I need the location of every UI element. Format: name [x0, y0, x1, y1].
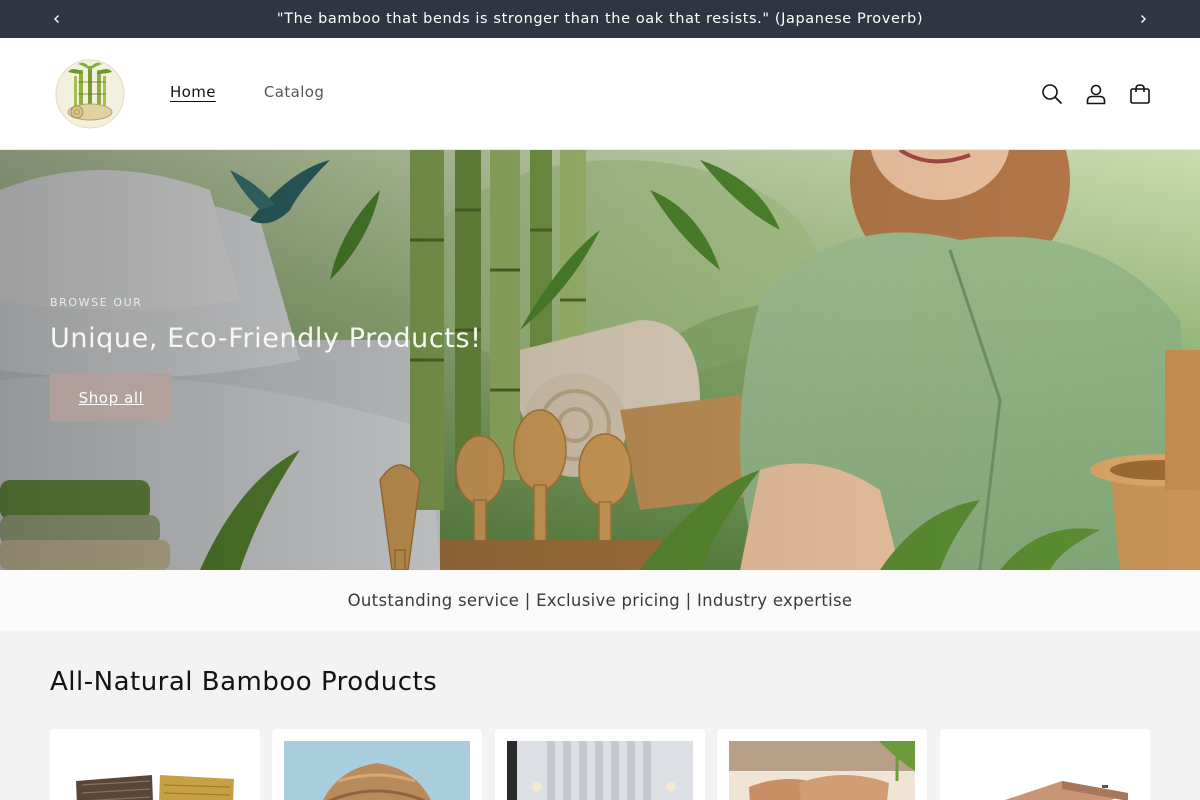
account-icon	[1086, 84, 1106, 105]
announcement-text: "The bamboo that bends is stronger than …	[276, 11, 924, 27]
product-card[interactable]	[272, 729, 482, 800]
search-icon	[1042, 84, 1063, 105]
header-actions	[1038, 72, 1154, 116]
hero-title: Unique, Eco-Friendly Products!	[50, 323, 482, 354]
product-image	[952, 741, 1138, 800]
tagline-bar: Outstanding service | Exclusive pricing …	[0, 570, 1200, 631]
product-image	[729, 741, 915, 800]
site-header: Home Catalog	[0, 38, 1200, 150]
cart-button[interactable]	[1126, 72, 1154, 116]
store-logo[interactable]	[50, 56, 130, 132]
main-nav: Home Catalog	[158, 81, 336, 103]
announcement-next-button[interactable]	[1124, 0, 1162, 38]
product-image	[284, 741, 470, 800]
product-card[interactable]	[495, 729, 705, 800]
nav-link-home[interactable]: Home	[158, 81, 228, 103]
product-card[interactable]	[717, 729, 927, 800]
products-title: All-Natural Bamboo Products	[50, 667, 438, 697]
account-button[interactable]	[1082, 72, 1110, 116]
hero-eyebrow: BROWSE OUR	[50, 296, 143, 309]
bamboo-logo-icon	[55, 59, 125, 129]
product-image	[62, 741, 248, 800]
hero-banner: BROWSE OUR Unique, Eco-Friendly Products…	[0, 150, 1200, 570]
nav-link-catalog[interactable]: Catalog	[252, 81, 336, 103]
cart-icon	[1130, 84, 1150, 104]
product-card[interactable]	[50, 729, 260, 800]
announcement-bar: "The bamboo that bends is stronger than …	[0, 0, 1200, 38]
product-image	[507, 741, 693, 800]
products-section: All-Natural Bamboo Products	[0, 631, 1200, 800]
tagline-text: Outstanding service | Exclusive pricing …	[347, 591, 853, 610]
search-button[interactable]	[1038, 72, 1066, 116]
shop-all-button[interactable]: Shop all	[50, 374, 172, 421]
product-card[interactable]	[940, 729, 1150, 800]
chevron-right-icon	[1141, 15, 1146, 23]
hero-content: BROWSE OUR Unique, Eco-Friendly Products…	[50, 296, 482, 421]
chevron-left-icon	[54, 15, 59, 23]
announcement-prev-button[interactable]	[38, 0, 76, 38]
